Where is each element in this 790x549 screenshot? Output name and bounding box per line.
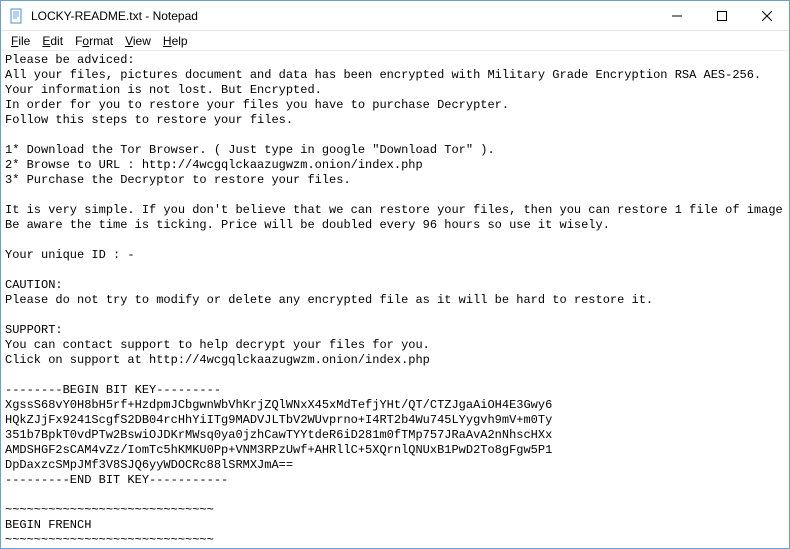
notepad-icon [9,8,25,24]
menu-help[interactable]: Help [157,32,194,50]
text-editor-area[interactable]: Please be adviced: All your files, pictu… [1,51,789,548]
menubar: File Edit Format View Help [1,31,789,51]
menu-file[interactable]: File [5,32,36,50]
menu-view[interactable]: View [119,32,157,50]
window-controls [654,1,789,30]
maximize-button[interactable] [699,1,744,30]
document-text: Please be adviced: All your files, pictu… [5,53,789,548]
menu-format[interactable]: Format [69,32,119,50]
notepad-window: LOCKY-README.txt - Notepad File Edit For… [0,0,790,549]
window-title: LOCKY-README.txt - Notepad [31,9,654,23]
minimize-button[interactable] [654,1,699,30]
close-button[interactable] [744,1,789,30]
menu-edit[interactable]: Edit [36,32,69,50]
titlebar[interactable]: LOCKY-README.txt - Notepad [1,1,789,31]
